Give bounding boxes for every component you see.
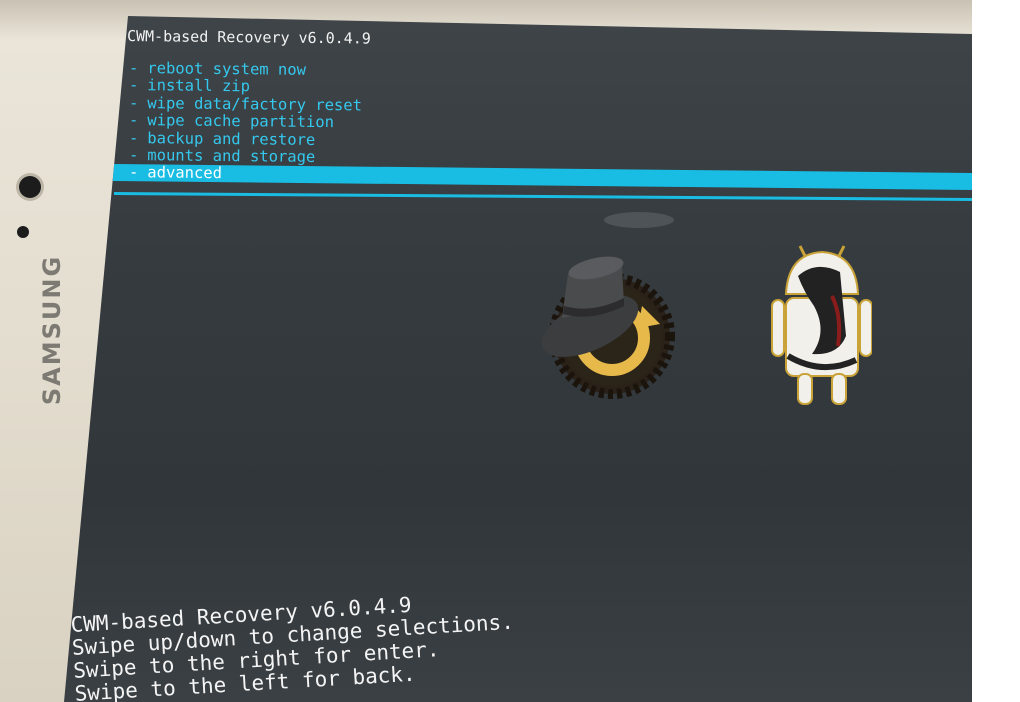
- menu-item-label: advanced: [147, 163, 223, 183]
- menu-item-dash: -: [128, 163, 139, 182]
- menu-item-dash: -: [128, 111, 139, 130]
- recovery-logos: [542, 245, 872, 405]
- recovery-menu[interactable]: - reboot system now - install zip - wipe da…: [112, 59, 972, 192]
- light-sensor: [17, 226, 29, 238]
- menu-item-dash: -: [128, 93, 139, 112]
- front-camera: [19, 176, 41, 198]
- menu-item-label: wipe cache partition: [147, 111, 335, 132]
- tablet-device: SAMSUNG CWM-based Recovery v6.0.4.9 - reb…: [0, 0, 972, 702]
- android-fsu-seal-icon: [771, 245, 872, 405]
- menu-divider: [113, 192, 972, 202]
- recovery-screen[interactable]: CWM-based Recovery v6.0.4.9 - reboot syst…: [64, 16, 972, 702]
- menu-item-dash: -: [128, 76, 139, 95]
- brand-logo: SAMSUNG: [38, 254, 66, 406]
- menu-item-label: install zip: [147, 76, 251, 96]
- menu-item-dash: -: [128, 59, 139, 78]
- recovery-title: CWM-based Recovery v6.0.4.9: [126, 27, 371, 48]
- menu-item-dash: -: [128, 128, 139, 147]
- recovery-instructions: CWM-based Recovery v6.0.4.9 Swipe up/dow…: [70, 588, 517, 702]
- clockworkmod-hat-gear-icon: [542, 256, 675, 399]
- menu-item-dash: -: [128, 145, 139, 165]
- screen-glare: [604, 212, 674, 228]
